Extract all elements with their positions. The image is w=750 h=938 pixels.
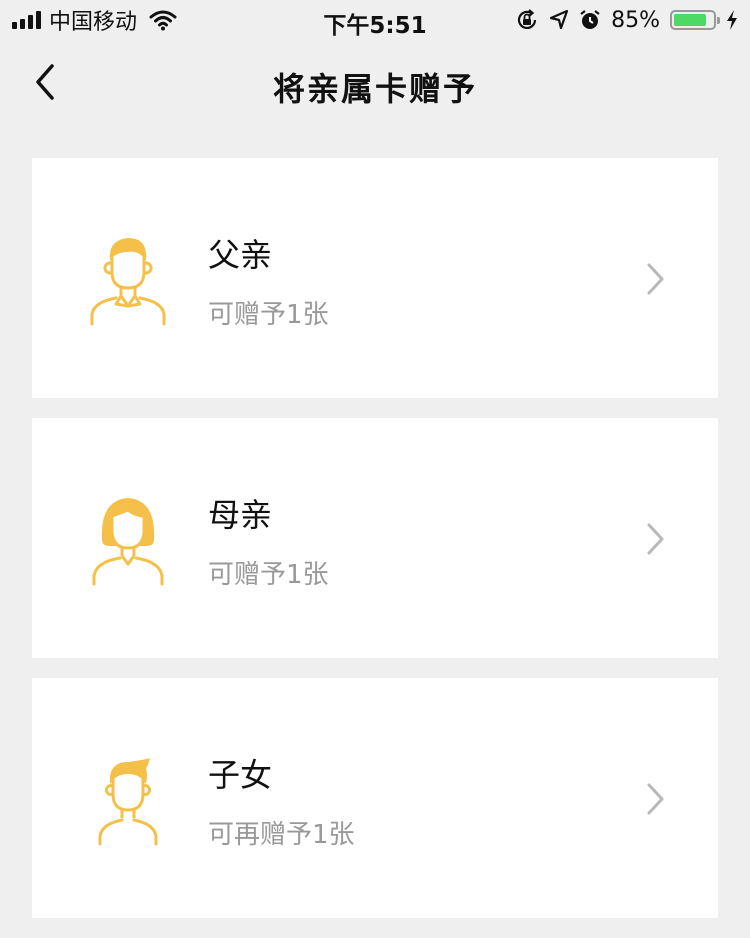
alarm-icon [580, 10, 600, 29]
card-mother[interactable]: 母亲 可赠予1张 [32, 418, 718, 658]
status-bar: 中国移动 下午5:51 85% [0, 0, 750, 40]
card-subtitle: 可赠予1张 [208, 300, 329, 330]
navigation-bar: 将亲属卡赠予 [0, 40, 750, 128]
card-subtitle: 可再赠予1张 [208, 820, 355, 850]
orientation-lock-icon [518, 9, 537, 29]
mother-avatar-icon [92, 498, 164, 586]
chevron-right-icon [647, 523, 664, 555]
battery-percent: 85% [611, 7, 660, 33]
card-child[interactable]: 子女 可再赠予1张 [32, 678, 718, 918]
chevron-right-icon [647, 783, 664, 815]
status-right: 85% [515, 6, 738, 34]
chevron-right-icon [647, 263, 664, 295]
card-father[interactable]: 父亲 可赠予1张 [32, 158, 718, 398]
card-name: 子女 [208, 756, 273, 794]
page-title: 将亲属卡赠予 [272, 70, 477, 108]
location-icon [549, 9, 569, 30]
battery-level-fill [674, 14, 707, 26]
card-subtitle: 可赠予1张 [208, 560, 329, 590]
battery-icon [670, 10, 720, 30]
father-avatar-icon [90, 238, 166, 326]
charging-icon [727, 10, 737, 30]
card-name: 母亲 [208, 496, 273, 534]
card-name: 父亲 [208, 236, 273, 274]
relative-card-list: 父亲 可赠予1张 母亲 可赠予1张 子女 可再赠予1张 [32, 158, 718, 938]
child-avatar-icon [98, 758, 158, 846]
